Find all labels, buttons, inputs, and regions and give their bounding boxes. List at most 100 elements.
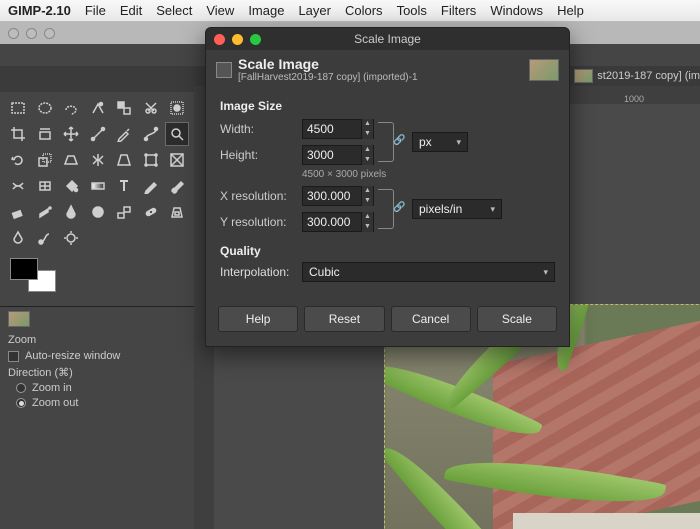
tool-foreground-select-icon[interactable] bbox=[165, 96, 189, 120]
tool-rect-select-icon[interactable] bbox=[6, 96, 30, 120]
tool-fuzzy-select-icon[interactable] bbox=[86, 96, 110, 120]
tool-text-icon[interactable] bbox=[112, 174, 136, 198]
tool-handle-transform-icon[interactable] bbox=[33, 174, 57, 198]
autoresize-row[interactable]: Auto-resize window bbox=[8, 350, 186, 362]
dialog-close-icon[interactable] bbox=[214, 34, 225, 45]
menu-select[interactable]: Select bbox=[156, 3, 192, 18]
res-unit-select[interactable]: pixels/in▾ bbox=[412, 199, 502, 219]
tool-warp-icon[interactable] bbox=[6, 174, 30, 198]
traffic-close-icon[interactable] bbox=[8, 28, 19, 39]
tool-options-tab-icon[interactable] bbox=[8, 311, 30, 327]
tool-measure-icon[interactable] bbox=[86, 122, 110, 146]
tool-options-panel: Zoom Auto-resize window Direction (⌘) Zo… bbox=[0, 306, 194, 420]
menu-help[interactable]: Help bbox=[557, 3, 584, 18]
tool-free-select-icon[interactable] bbox=[59, 96, 83, 120]
height-input[interactable] bbox=[303, 148, 361, 162]
menu-tools[interactable]: Tools bbox=[397, 3, 427, 18]
dialog-thumb-icon bbox=[529, 59, 559, 81]
chain-link-icon[interactable]: 🔗 bbox=[393, 202, 403, 216]
xres-input[interactable] bbox=[303, 189, 361, 203]
xres-label: X resolution: bbox=[220, 189, 302, 203]
tool-clone-icon[interactable] bbox=[112, 200, 136, 224]
tab-thumb-icon[interactable] bbox=[574, 69, 593, 83]
spin-up-icon[interactable]: ▲ bbox=[361, 119, 373, 129]
menu-windows[interactable]: Windows bbox=[490, 3, 543, 18]
tool-brush-icon[interactable] bbox=[165, 174, 189, 198]
menu-image[interactable]: Image bbox=[248, 3, 284, 18]
tool-rotate-icon[interactable] bbox=[6, 148, 30, 172]
tool-pencil-icon[interactable] bbox=[139, 174, 163, 198]
tool-cage-icon[interactable] bbox=[165, 148, 189, 172]
tool-shear-icon[interactable] bbox=[59, 148, 83, 172]
spin-down-icon[interactable]: ▼ bbox=[361, 196, 373, 206]
dialog-zoom-icon[interactable] bbox=[250, 34, 261, 45]
tool-bucket-icon[interactable] bbox=[59, 174, 83, 198]
tool-smudge-icon[interactable] bbox=[33, 226, 57, 250]
interpolation-select[interactable]: Cubic▾ bbox=[302, 262, 555, 282]
width-input[interactable] bbox=[303, 122, 361, 136]
spin-down-icon[interactable]: ▼ bbox=[361, 129, 373, 139]
tool-perspective-clone-icon[interactable] bbox=[165, 200, 189, 224]
tool-scale-icon[interactable] bbox=[33, 148, 57, 172]
tool-blur-icon[interactable] bbox=[6, 226, 30, 250]
help-button[interactable]: Help bbox=[218, 306, 298, 332]
radio-icon[interactable] bbox=[16, 383, 26, 393]
tool-ellipse-select-icon[interactable] bbox=[33, 96, 57, 120]
scale-button[interactable]: Scale bbox=[477, 306, 557, 332]
tool-flip-icon[interactable] bbox=[86, 148, 110, 172]
tool-eraser-icon[interactable] bbox=[6, 200, 30, 224]
tool-dodge-icon[interactable] bbox=[59, 226, 83, 250]
menu-colors[interactable]: Colors bbox=[345, 3, 383, 18]
radio-icon[interactable] bbox=[16, 398, 26, 408]
menu-view[interactable]: View bbox=[206, 3, 234, 18]
xres-spinner[interactable]: ▲▼ bbox=[302, 186, 374, 206]
menubar: GIMP-2.10 File Edit Select View Image La… bbox=[0, 0, 700, 22]
menu-edit[interactable]: Edit bbox=[120, 3, 142, 18]
spin-down-icon[interactable]: ▼ bbox=[361, 222, 373, 232]
spin-up-icon[interactable]: ▲ bbox=[361, 145, 373, 155]
reset-button[interactable]: Reset bbox=[304, 306, 384, 332]
toolbox-header bbox=[0, 66, 194, 92]
radio-zoom-out[interactable]: Zoom out bbox=[16, 397, 186, 409]
color-swatches[interactable] bbox=[10, 258, 60, 298]
tool-move-icon[interactable] bbox=[59, 122, 83, 146]
traffic-min-icon[interactable] bbox=[26, 28, 37, 39]
menu-filters[interactable]: Filters bbox=[441, 3, 476, 18]
chevron-down-icon: ▾ bbox=[543, 267, 548, 278]
checkbox-icon[interactable] bbox=[8, 351, 19, 362]
tool-airbrush-icon[interactable] bbox=[33, 200, 57, 224]
tool-perspective-icon[interactable] bbox=[112, 148, 136, 172]
spin-up-icon[interactable]: ▲ bbox=[361, 212, 373, 222]
yres-spinner[interactable]: ▲▼ bbox=[302, 212, 374, 232]
tool-unified-transform-icon[interactable] bbox=[139, 148, 163, 172]
radio-zoom-in[interactable]: Zoom in bbox=[16, 382, 186, 394]
menu-layer[interactable]: Layer bbox=[298, 3, 331, 18]
tool-crop-icon[interactable] bbox=[6, 122, 30, 146]
tool-zoom-icon[interactable] bbox=[165, 122, 189, 146]
cancel-button[interactable]: Cancel bbox=[391, 306, 471, 332]
tool-options-title: Zoom bbox=[8, 334, 186, 346]
dialog-minimize-icon[interactable] bbox=[232, 34, 243, 45]
dialog-titlebar[interactable]: Scale Image bbox=[206, 28, 569, 50]
tool-by-color-icon[interactable] bbox=[112, 96, 136, 120]
foreground-color-icon[interactable] bbox=[10, 258, 38, 280]
size-unit-select[interactable]: px▾ bbox=[412, 132, 468, 152]
tool-color-picker-icon[interactable] bbox=[112, 122, 136, 146]
menu-file[interactable]: File bbox=[85, 3, 106, 18]
tool-align-icon[interactable] bbox=[33, 122, 57, 146]
yres-input[interactable] bbox=[303, 215, 361, 229]
tool-mypaint-icon[interactable] bbox=[86, 200, 110, 224]
tool-iscissors-icon[interactable] bbox=[139, 96, 163, 120]
spin-down-icon[interactable]: ▼ bbox=[361, 155, 373, 165]
toolbox-panel: Zoom Auto-resize window Direction (⌘) Zo… bbox=[0, 66, 194, 529]
tool-heal-icon[interactable] bbox=[139, 200, 163, 224]
tool-ink-icon[interactable] bbox=[59, 200, 83, 224]
dims-readout: 4500 × 3000 pixels bbox=[302, 169, 555, 180]
chain-link-icon[interactable]: 🔗 bbox=[393, 135, 403, 149]
spin-up-icon[interactable]: ▲ bbox=[361, 186, 373, 196]
height-spinner[interactable]: ▲▼ bbox=[302, 145, 374, 165]
tool-paths-icon[interactable] bbox=[139, 122, 163, 146]
traffic-max-icon[interactable] bbox=[44, 28, 55, 39]
width-spinner[interactable]: ▲▼ bbox=[302, 119, 374, 139]
tool-gradient-icon[interactable] bbox=[86, 174, 110, 198]
